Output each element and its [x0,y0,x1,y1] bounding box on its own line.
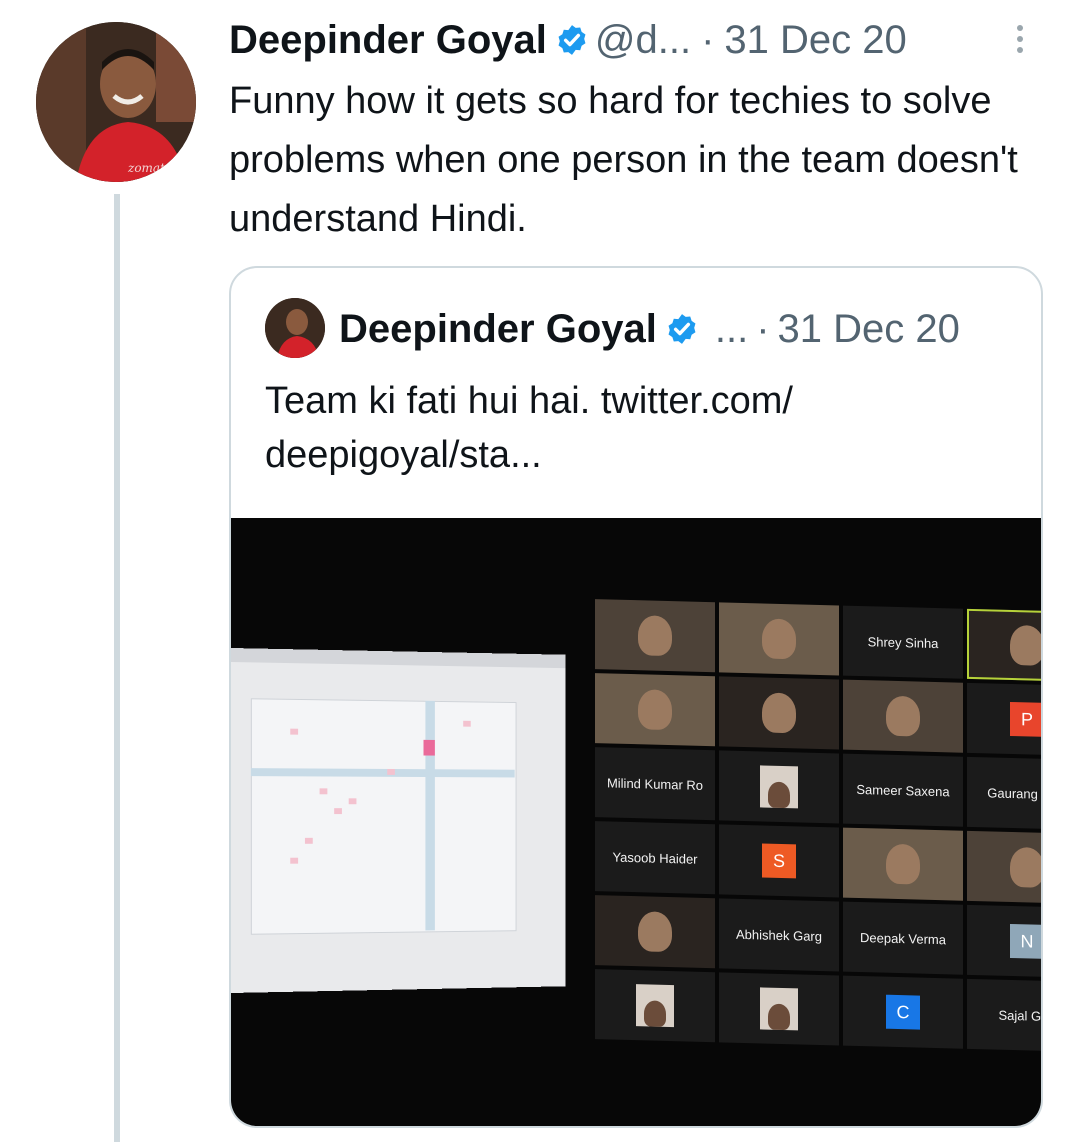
tweet-text: Funny how it gets so hard for techies to… [229,80,1018,240]
participant-tile [843,679,963,753]
quoted-tweet-date: 31 Dec 20 [777,306,960,351]
participant-name: Milind Kumar Ro [606,774,704,793]
grid-cell [290,728,299,735]
grid-cell [423,739,435,756]
quoted-tweet-header: Deepinder Goyal ... · 31 Dec 20 [339,302,960,356]
participant-tile: Sameer Saxena [843,753,963,827]
profile-photo: zomato [36,22,196,182]
participant-initial: N [1010,923,1041,959]
author-handle[interactable]: @d... [595,18,691,63]
participant-tile: Gaurang Saw [967,756,1041,830]
participant-tile [719,676,839,750]
participant-face [1010,624,1041,666]
participant-tile [719,750,839,824]
participant-face [638,689,672,731]
participant-tile [967,830,1041,904]
quoted-profile-photo [265,298,325,358]
quoted-tweet-card[interactable]: Deepinder Goyal ... · 31 Dec 20 Team ki … [229,266,1043,1128]
participant-face [762,692,796,734]
participant-tile: Shrey Sinha [843,605,963,679]
grid-cell [290,857,299,864]
participant-name: Gaurang Saw [987,784,1041,802]
participant-tile-active [967,608,1041,682]
quoted-text-line-2: deepigoyal/sta... [265,434,542,476]
participant-face [638,615,672,657]
participant-tile [719,972,839,1046]
participant-tile: N [967,904,1041,978]
author-name[interactable]: Deepinder Goyal [229,18,547,63]
separator-dot: · [701,17,715,62]
participant-tile: Deepak Verma [843,901,963,975]
participant-tile [595,895,715,969]
quoted-author-name: Deepinder Goyal [339,306,657,351]
participant-tile [843,827,963,901]
quoted-author-handle: ... [714,306,749,351]
grid-cell [319,788,328,795]
grid-cell [304,837,313,844]
participant-face [886,843,920,885]
grid-cell [387,768,395,775]
highlight-row [250,768,515,778]
highlight-column [425,700,435,931]
participant-tile: Abhishek Garg [719,898,839,972]
participant-tile: Milind Kumar Ro [595,747,715,821]
participant-name: Sajal Gup [998,1007,1043,1024]
thread-connector-line [114,194,120,1142]
browser-tab-bar [231,648,566,669]
participant-name: Yasoob Haider [612,849,698,867]
svg-text:zomato: zomato [127,161,172,175]
verified-badge-icon [558,25,586,55]
participant-tile: C [843,975,963,1049]
participant-tile [595,673,715,747]
verified-badge-icon [668,314,696,344]
attached-photo[interactable]: Shrey Sinha P Milind Kumar Ro Sameer Sax… [231,518,1043,1126]
participant-initial: P [1010,701,1041,737]
participant-tile [719,602,839,676]
participant-name: Shrey Sinha [867,633,939,651]
participant-thumbnail [760,765,798,809]
quoted-tweet-text: Team ki fati hui hai. twitter.com/ deepi… [265,374,1005,482]
tweet-header: Deepinder Goyal @d... · 31 Dec 20 [229,14,907,66]
participant-initial: C [886,994,920,1030]
grid-cell [463,720,471,727]
tweet-date[interactable]: 31 Dec 20 [724,18,906,63]
participant-thumbnail [760,987,798,1031]
participant-name: Abhishek Garg [736,926,822,944]
participant-tile: S [719,824,839,898]
participant-tile [595,599,715,673]
participant-name: Sameer Saxena [856,781,950,799]
grid-cell [348,798,357,805]
grid-cell [334,808,342,815]
participant-tile: P [967,682,1041,756]
participant-name: Deepak Verma [860,929,946,947]
participant-tile: Yasoob Haider [595,821,715,895]
participant-face [1010,846,1041,888]
participant-face [886,695,920,737]
participant-face [638,911,672,953]
quoted-text-line-1: Team ki fati hui hai. twitter.com/ [265,380,793,422]
participant-tile: Sajal Gup [967,978,1043,1052]
participant-tile [595,969,715,1043]
author-avatar[interactable]: zomato [36,22,196,182]
more-vertical-icon[interactable] [1010,20,1030,60]
laptop-screen [231,648,566,993]
participant-thumbnail [636,984,674,1028]
participant-initial: S [762,843,796,879]
separator-dot: · [756,306,770,351]
video-call-grid: Shrey Sinha P Milind Kumar Ro Sameer Sax… [595,599,1043,1052]
participant-face [762,618,796,660]
quoted-author-avatar [265,298,325,358]
